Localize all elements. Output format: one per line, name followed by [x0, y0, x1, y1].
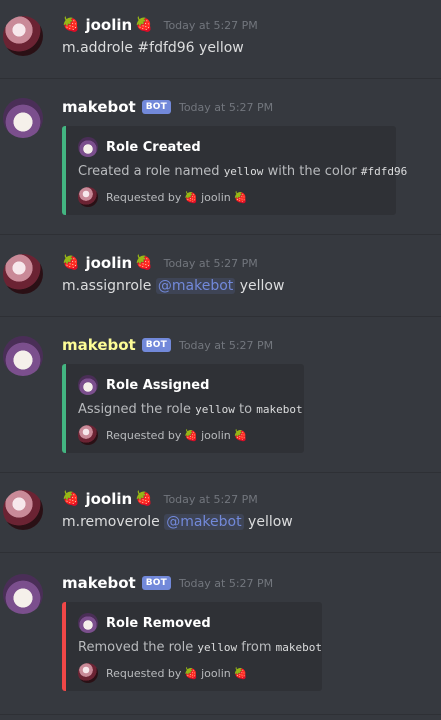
bot-badge: BOT: [141, 338, 171, 352]
avatar[interactable]: [3, 336, 43, 376]
requester-avatar-icon: [78, 425, 98, 445]
embed-description: Assigned the role yellow to makebot: [78, 402, 303, 417]
message-joolin-addrole: 🍓 joolin 🍓 Today at 5:27 PM m.addrole #f…: [0, 14, 441, 64]
footer-user: joolin: [201, 666, 231, 680]
username[interactable]: joolin: [85, 490, 132, 508]
footer-user: joolin: [201, 190, 231, 204]
strawberry-icon: 🍓: [135, 255, 153, 271]
username[interactable]: makebot: [62, 574, 136, 592]
message-header: makebot BOT Today at 5:27 PM: [62, 334, 273, 356]
timestamp: Today at 5:27 PM: [163, 18, 258, 32]
requester-avatar-icon: [78, 663, 98, 683]
divider: [0, 78, 441, 79]
avatar[interactable]: [3, 16, 43, 56]
inline-code: yellow: [223, 165, 264, 178]
avatar[interactable]: [3, 490, 43, 530]
desc-text: Removed the role: [78, 640, 198, 655]
embed-title: Role Created: [106, 139, 201, 155]
timestamp: Today at 5:27 PM: [178, 576, 274, 590]
desc-text: from: [237, 640, 276, 655]
message-text-part: m.assignrole: [62, 278, 156, 294]
embed-footer: Requested by 🍓 joolin 🍓: [78, 663, 308, 683]
message-header: 🍓 joolin 🍓 Today at 5:27 PM: [62, 14, 258, 36]
embed-description: Removed the role yellow from makebot: [78, 640, 322, 655]
strawberry-icon: 🍓: [62, 491, 80, 507]
message-makebot-role-removed: makebot BOT Today at 5:27 PM Role Remove…: [0, 572, 441, 696]
strawberry-icon: 🍓: [233, 666, 248, 680]
user-mention[interactable]: @makebot: [155, 278, 236, 294]
strawberry-icon: 🍓: [184, 666, 199, 680]
username[interactable]: joolin: [85, 16, 132, 34]
message-header: makebot BOT Today at 5:27 PM: [62, 572, 273, 594]
embed-title: Role Removed: [106, 615, 211, 631]
strawberry-icon: 🍓: [62, 17, 80, 33]
requester-avatar-icon: [78, 187, 98, 207]
desc-text: with the color: [263, 164, 361, 179]
message-joolin-assignrole: 🍓 joolin 🍓 Today at 5:27 PM m.assignrole…: [0, 252, 441, 302]
footer-prefix: Requested by: [106, 428, 182, 442]
strawberry-icon: 🍓: [233, 428, 248, 442]
strawberry-icon: 🍓: [135, 491, 153, 507]
user-mention[interactable]: @makebot: [164, 514, 244, 530]
bot-badge: BOT: [141, 576, 171, 590]
bot-avatar-icon: [78, 375, 98, 395]
strawberry-icon: 🍓: [62, 255, 80, 271]
desc-text: to: [234, 402, 257, 417]
avatar[interactable]: [3, 98, 43, 138]
inline-code: #fdfd96: [360, 165, 408, 178]
inline-code: yellow: [195, 403, 235, 416]
avatar[interactable]: [3, 574, 43, 614]
message-makebot-role-created: makebot BOT Today at 5:27 PM Role Create…: [0, 96, 441, 220]
strawberry-icon: 🍓: [184, 428, 199, 442]
message-header: 🍓 joolin 🍓 Today at 5:27 PM: [62, 488, 258, 510]
divider: [0, 316, 441, 317]
embed-author: Role Assigned: [78, 374, 290, 396]
bot-avatar-icon: [78, 613, 98, 633]
strawberry-icon: 🍓: [233, 190, 248, 204]
timestamp: Today at 5:27 PM: [163, 256, 258, 270]
desc-text: Assigned the role: [78, 402, 196, 417]
embed-description: Created a role named yellow with the col…: [78, 164, 407, 179]
footer-prefix: Requested by: [106, 190, 182, 204]
message-text-part: yellow: [235, 278, 285, 294]
divider: [0, 234, 441, 235]
strawberry-icon: 🍓: [135, 17, 153, 33]
username[interactable]: makebot: [62, 336, 136, 354]
embed: Role Assigned Assigned the role yellow t…: [62, 364, 304, 453]
divider: [0, 714, 441, 715]
strawberry-icon: 🍓: [184, 190, 199, 204]
message-text: m.addrole #fdfd96 yellow: [62, 40, 244, 56]
footer-prefix: Requested by: [106, 666, 182, 680]
message-text-part: m.removerole: [62, 514, 165, 530]
inline-code: yellow: [197, 641, 238, 654]
message-header: makebot BOT Today at 5:27 PM: [62, 96, 273, 118]
divider: [0, 552, 441, 553]
message-text-part: yellow: [243, 514, 293, 530]
embed: Role Removed Removed the role yellow fro…: [62, 602, 322, 691]
inline-code: makebot: [275, 641, 323, 654]
embed-footer: Requested by 🍓 joolin 🍓: [78, 187, 382, 207]
embed-author: Role Removed: [78, 612, 308, 634]
message-text: m.assignrole @makebot yellow: [62, 278, 284, 294]
desc-text: Created a role named: [78, 164, 224, 179]
embed-author: Role Created: [78, 136, 382, 158]
footer-user: joolin: [201, 428, 231, 442]
divider: [0, 472, 441, 473]
message-text: m.removerole @makebot yellow: [62, 514, 293, 530]
username[interactable]: makebot: [62, 98, 136, 116]
bot-avatar-icon: [78, 137, 98, 157]
embed-title: Role Assigned: [106, 377, 210, 393]
bot-badge: BOT: [141, 100, 171, 114]
timestamp: Today at 5:27 PM: [178, 338, 274, 352]
avatar[interactable]: [3, 254, 43, 294]
message-makebot-role-assigned: makebot BOT Today at 5:27 PM Role Assign…: [0, 334, 441, 458]
embed-footer: Requested by 🍓 joolin 🍓: [78, 425, 290, 445]
embed: Role Created Created a role named yellow…: [62, 126, 407, 215]
inline-code: makebot: [256, 403, 303, 416]
message-joolin-removerole: 🍓 joolin 🍓 Today at 5:27 PM m.removerole…: [0, 488, 441, 538]
timestamp: Today at 5:27 PM: [178, 100, 274, 114]
message-header: 🍓 joolin 🍓 Today at 5:27 PM: [62, 252, 258, 274]
username[interactable]: joolin: [85, 254, 132, 272]
timestamp: Today at 5:27 PM: [163, 492, 258, 506]
